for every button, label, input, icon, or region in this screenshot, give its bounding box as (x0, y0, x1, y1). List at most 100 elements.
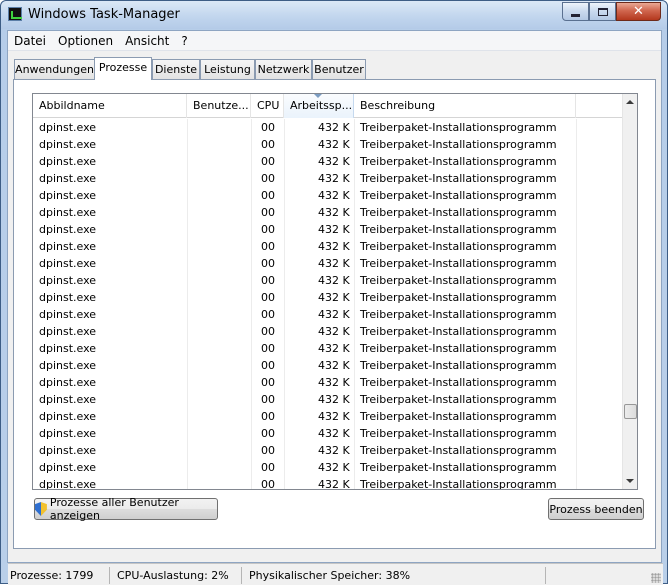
cell-image-name: dpinst.exe (39, 427, 97, 440)
cell-description: Treiberpaket-Installationsprogramm (360, 342, 557, 355)
cell-cpu: 00 (261, 308, 275, 321)
close-button[interactable]: ✕ (616, 2, 661, 21)
cell-memory: 432 K (318, 172, 350, 185)
cell-cpu: 00 (261, 478, 275, 490)
cell-image-name: dpinst.exe (39, 478, 97, 490)
column-header-user[interactable]: Benutze... (187, 94, 251, 118)
table-row[interactable]: dpinst.exe 00 432 K Treiberpaket-Installati… (33, 255, 624, 272)
cell-image-name: dpinst.exe (39, 189, 97, 202)
tab-dienste[interactable]: Dienste (152, 59, 200, 79)
table-row[interactable]: dpinst.exe 00 432 K Treiberpaket-Installati… (33, 340, 624, 357)
table-row[interactable]: dpinst.exe 00 432 K Treiberpaket-Installati… (33, 408, 624, 425)
cell-description: Treiberpaket-Installationsprogramm (360, 325, 557, 338)
table-row[interactable]: dpinst.exe 00 432 K Treiberpaket-Installati… (33, 306, 624, 323)
cell-image-name: dpinst.exe (39, 359, 97, 372)
cell-description: Treiberpaket-Installationsprogramm (360, 308, 557, 321)
cell-memory: 432 K (318, 308, 350, 321)
table-row[interactable]: dpinst.exe 00 432 K Treiberpaket-Installati… (33, 442, 624, 459)
table-row[interactable]: dpinst.exe 00 432 K Treiberpaket-Installati… (33, 289, 624, 306)
table-row[interactable]: dpinst.exe 00 432 K Treiberpaket-Installati… (33, 187, 624, 204)
maximize-icon (597, 7, 608, 16)
cell-memory: 432 K (318, 393, 350, 406)
minimize-button[interactable] (562, 2, 589, 21)
cell-cpu: 00 (261, 172, 275, 185)
cell-description: Treiberpaket-Installationsprogramm (360, 376, 557, 389)
cell-description: Treiberpaket-Installationsprogramm (360, 274, 557, 287)
column-header-memory-label: Arbeitssp... (290, 99, 353, 112)
scroll-up-arrow-icon[interactable] (626, 100, 634, 104)
cell-description: Treiberpaket-Installationsprogramm (360, 410, 557, 423)
table-row[interactable]: dpinst.exe 00 432 K Treiberpaket-Installati… (33, 119, 624, 136)
cell-description: Treiberpaket-Installationsprogramm (360, 291, 557, 304)
maximize-button[interactable] (589, 2, 616, 21)
task-manager-icon (8, 7, 22, 21)
minimize-icon (571, 13, 580, 17)
process-list[interactable]: Abbildname Benutze... CPU Arbeitssp... B… (32, 93, 638, 490)
vertical-scrollbar[interactable] (622, 94, 637, 489)
table-row[interactable]: dpinst.exe 00 432 K Treiberpaket-Installati… (33, 221, 624, 238)
cell-memory: 432 K (318, 427, 350, 440)
cell-cpu: 00 (261, 393, 275, 406)
cell-memory: 432 K (318, 359, 350, 372)
table-row[interactable]: dpinst.exe 00 432 K Treiberpaket-Installati… (33, 136, 624, 153)
column-header-cpu[interactable]: CPU (251, 94, 284, 118)
process-rows: dpinst.exe 00 432 K Treiberpaket-Installati… (33, 119, 624, 490)
table-row[interactable]: dpinst.exe 00 432 K Treiberpaket-Installati… (33, 425, 624, 442)
cell-description: Treiberpaket-Installationsprogramm (360, 444, 557, 457)
tab-netzwerk[interactable]: Netzwerk (255, 59, 312, 79)
cell-description: Treiberpaket-Installationsprogramm (360, 478, 557, 490)
scrollbar-thumb[interactable] (624, 404, 637, 419)
cell-description: Treiberpaket-Installationsprogramm (360, 461, 557, 474)
cell-memory: 432 K (318, 342, 350, 355)
cell-cpu: 00 (261, 155, 275, 168)
cell-cpu: 00 (261, 274, 275, 287)
table-row[interactable]: dpinst.exe 00 432 K Treiberpaket-Installati… (33, 153, 624, 170)
tab-anwendungen[interactable]: Anwendungen (14, 59, 95, 79)
resize-grip-icon[interactable] (651, 573, 661, 583)
cell-cpu: 00 (261, 359, 275, 372)
table-row[interactable]: dpinst.exe 00 432 K Treiberpaket-Installati… (33, 238, 624, 255)
cell-cpu: 00 (261, 291, 275, 304)
cell-description: Treiberpaket-Installationsprogramm (360, 257, 557, 270)
close-icon: ✕ (633, 4, 644, 19)
tab-benutzer[interactable]: Benutzer (312, 59, 366, 79)
cell-memory: 432 K (318, 223, 350, 236)
cell-memory: 432 K (318, 376, 350, 389)
cell-description: Treiberpaket-Installationsprogramm (360, 359, 557, 372)
table-row[interactable]: dpinst.exe 00 432 K Treiberpaket-Installati… (33, 476, 624, 490)
show-all-users-label: Prozesse aller Benutzer anzeigen (49, 496, 179, 522)
processes-panel: Abbildname Benutze... CPU Arbeitssp... B… (13, 79, 656, 549)
cell-memory: 432 K (318, 461, 350, 474)
menu-help[interactable]: ? (175, 31, 193, 51)
column-header-description[interactable]: Beschreibung (354, 94, 576, 118)
column-header-image-name[interactable]: Abbildname (33, 94, 187, 118)
column-header-memory[interactable]: Arbeitssp... (284, 94, 354, 118)
table-row[interactable]: dpinst.exe 00 432 K Treiberpaket-Installati… (33, 323, 624, 340)
table-row[interactable]: dpinst.exe 00 432 K Treiberpaket-Installati… (33, 391, 624, 408)
menu-datei[interactable]: Datei (8, 31, 52, 51)
table-row[interactable]: dpinst.exe 00 432 K Treiberpaket-Installati… (33, 272, 624, 289)
table-row[interactable]: dpinst.exe 00 432 K Treiberpaket-Installati… (33, 357, 624, 374)
cell-description: Treiberpaket-Installationsprogramm (360, 138, 557, 151)
cell-description: Treiberpaket-Installationsprogramm (360, 393, 557, 406)
cell-image-name: dpinst.exe (39, 206, 97, 219)
title-bar[interactable]: Windows Task-Manager ✕ (1, 1, 667, 29)
client-area: Datei Optionen Ansicht ? Anwendungen Pro… (7, 30, 663, 585)
table-row[interactable]: dpinst.exe 00 432 K Treiberpaket-Installati… (33, 170, 624, 187)
scroll-down-arrow-icon[interactable] (626, 479, 634, 483)
table-row[interactable]: dpinst.exe 00 432 K Treiberpaket-Installati… (33, 459, 624, 476)
cell-image-name: dpinst.exe (39, 342, 97, 355)
show-all-users-button[interactable]: Prozesse aller Benutzer anzeigen (34, 496, 218, 522)
cell-cpu: 00 (261, 206, 275, 219)
menu-ansicht[interactable]: Ansicht (119, 31, 175, 51)
tab-leistung[interactable]: Leistung (200, 59, 255, 79)
tab-prozesse[interactable]: Prozesse (94, 57, 152, 80)
table-row[interactable]: dpinst.exe 00 432 K Treiberpaket-Installati… (33, 204, 624, 221)
caption-buttons: ✕ (562, 2, 661, 21)
cell-description: Treiberpaket-Installationsprogramm (360, 223, 557, 236)
menu-optionen[interactable]: Optionen (52, 31, 119, 51)
cell-image-name: dpinst.exe (39, 393, 97, 406)
cell-memory: 432 K (318, 325, 350, 338)
end-process-button[interactable]: Prozess beenden (548, 498, 644, 520)
table-row[interactable]: dpinst.exe 00 432 K Treiberpaket-Installati… (33, 374, 624, 391)
